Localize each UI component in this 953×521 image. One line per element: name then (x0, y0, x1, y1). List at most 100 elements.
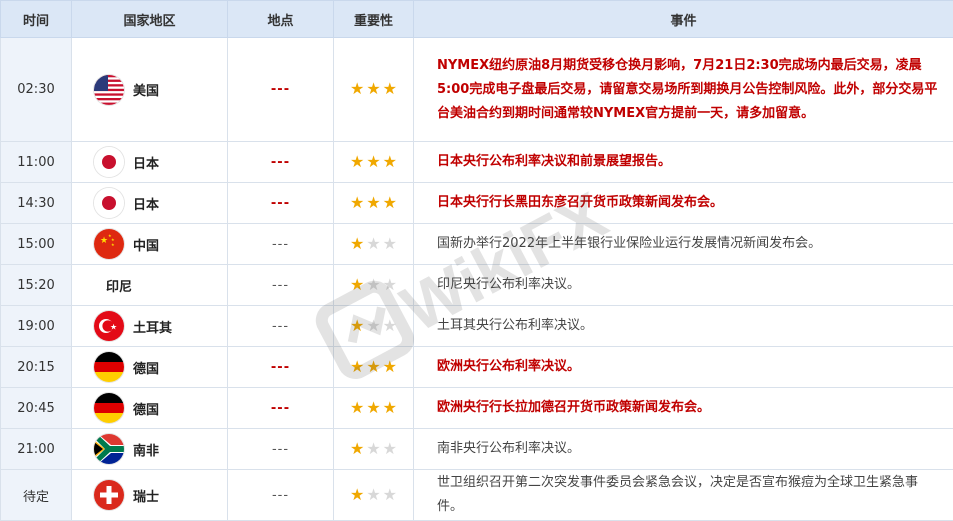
table-header-row: 时间 国家地区 地点 重要性 事件 (1, 1, 953, 38)
event-description: 日本央行公布利率决议和前景展望报告。 (414, 142, 953, 183)
place-value: --- (272, 237, 289, 252)
country-name: 土耳其 (133, 317, 172, 336)
star-filled-icon: ★ (350, 81, 364, 97)
place-cell: --- (228, 183, 334, 224)
star-filled-icon: ★ (350, 441, 364, 457)
country-cell: 印尼 (72, 265, 228, 306)
star-filled-icon: ★ (350, 400, 364, 416)
importance-stars: ★★★ (350, 441, 397, 457)
star-filled-icon: ★ (366, 359, 380, 375)
economic-calendar-table: 时间 国家地区 地点 重要性 事件 02:30美国---★★★NYMEX纽约原油… (0, 0, 953, 521)
event-description: 土耳其央行公布利率决议。 (414, 306, 953, 347)
star-filled-icon: ★ (350, 277, 364, 293)
place-value: --- (272, 488, 289, 503)
place-value: --- (271, 401, 290, 416)
event-description: 欧洲央行公布利率决议。 (414, 347, 953, 388)
table-row: 15:00★★★★中国---★★★国新办举行2022年上半年银行业保险业运行发展… (1, 224, 953, 265)
star-filled-icon: ★ (366, 81, 380, 97)
importance-stars: ★★★ (350, 277, 397, 293)
place-value: --- (272, 442, 289, 457)
star-empty-icon: ★ (383, 236, 397, 252)
table-row: 21:00南非---★★★南非央行公布利率决议。 (1, 429, 953, 470)
place-value: --- (271, 82, 290, 97)
star-filled-icon: ★ (383, 400, 397, 416)
country-cell: 日本 (72, 142, 228, 183)
china-flag-icon: ★★★★ (94, 229, 124, 259)
importance-cell: ★★★ (334, 429, 414, 470)
star-empty-icon: ★ (366, 277, 380, 293)
star-empty-icon: ★ (366, 441, 380, 457)
place-cell: --- (228, 306, 334, 347)
event-description: 南非央行公布利率决议。 (414, 429, 953, 470)
country-cell: 日本 (72, 183, 228, 224)
importance-cell: ★★★ (334, 224, 414, 265)
place-cell: --- (228, 347, 334, 388)
star-empty-icon: ★ (383, 277, 397, 293)
country-name: 南非 (133, 440, 159, 459)
event-time: 19:00 (1, 306, 72, 347)
place-value: --- (272, 319, 289, 334)
place-cell: --- (228, 429, 334, 470)
importance-cell: ★★★ (334, 306, 414, 347)
country-cell: ★土耳其 (72, 306, 228, 347)
star-empty-icon: ★ (366, 318, 380, 334)
star-filled-icon: ★ (383, 359, 397, 375)
table-row: 19:00★土耳其---★★★土耳其央行公布利率决议。 (1, 306, 953, 347)
japan-flag-icon (94, 147, 124, 177)
country-name: 德国 (133, 358, 159, 377)
header-place: 地点 (228, 1, 334, 38)
star-empty-icon: ★ (383, 441, 397, 457)
event-time: 15:00 (1, 224, 72, 265)
star-empty-icon: ★ (366, 236, 380, 252)
star-empty-icon: ★ (383, 318, 397, 334)
event-description: NYMEX纽约原油8月期货受移仓换月影响，7月21日2:30完成场内最后交易，凌… (414, 38, 953, 142)
place-cell: --- (228, 224, 334, 265)
country-cell: 德国 (72, 388, 228, 429)
star-filled-icon: ★ (383, 81, 397, 97)
event-description: 国新办举行2022年上半年银行业保险业运行发展情况新闻发布会。 (414, 224, 953, 265)
star-filled-icon: ★ (350, 359, 364, 375)
star-filled-icon: ★ (350, 154, 364, 170)
country-name: 德国 (133, 399, 159, 418)
country-cell: 德国 (72, 347, 228, 388)
importance-cell: ★★★ (334, 183, 414, 224)
star-filled-icon: ★ (366, 154, 380, 170)
star-filled-icon: ★ (350, 195, 364, 211)
country-name: 中国 (133, 235, 159, 254)
event-description: 欧洲央行行长拉加德召开货币政策新闻发布会。 (414, 388, 953, 429)
table-row: 20:15德国---★★★欧洲央行公布利率决议。 (1, 347, 953, 388)
star-empty-icon: ★ (366, 487, 380, 503)
star-empty-icon: ★ (383, 487, 397, 503)
event-time: 14:30 (1, 183, 72, 224)
country-cell: 美国 (72, 38, 228, 142)
header-event: 事件 (414, 1, 953, 38)
table-row: 14:30日本---★★★日本央行行长黑田东彦召开货币政策新闻发布会。 (1, 183, 953, 224)
place-value: --- (271, 196, 290, 211)
star-filled-icon: ★ (383, 195, 397, 211)
japan-flag-icon (94, 188, 124, 218)
importance-cell: ★★★ (334, 142, 414, 183)
event-time: 02:30 (1, 38, 72, 142)
importance-cell: ★★★ (334, 470, 414, 521)
svg-text:★: ★ (111, 242, 115, 247)
place-cell: --- (228, 38, 334, 142)
importance-cell: ★★★ (334, 388, 414, 429)
place-value: --- (271, 360, 290, 375)
importance-stars: ★★★ (350, 236, 397, 252)
event-time: 15:20 (1, 265, 72, 306)
table-row: 15:20印尼---★★★印尼央行公布利率决议。 (1, 265, 953, 306)
country-name: 美国 (133, 80, 159, 99)
country-name: 印尼 (106, 276, 132, 295)
header-time: 时间 (1, 1, 72, 38)
event-description: 世卫组织召开第二次突发事件委员会紧急会议，决定是否宣布猴痘为全球卫生紧急事件。 (414, 470, 953, 521)
event-time: 待定 (1, 470, 72, 521)
south-africa-flag-icon (94, 434, 124, 464)
country-cell: 南非 (72, 429, 228, 470)
header-country: 国家地区 (72, 1, 228, 38)
importance-stars: ★★★ (350, 359, 397, 375)
importance-stars: ★★★ (350, 318, 397, 334)
place-cell: --- (228, 470, 334, 521)
country-name: 瑞士 (133, 486, 159, 505)
us-flag-icon (94, 75, 124, 105)
importance-stars: ★★★ (350, 487, 397, 503)
